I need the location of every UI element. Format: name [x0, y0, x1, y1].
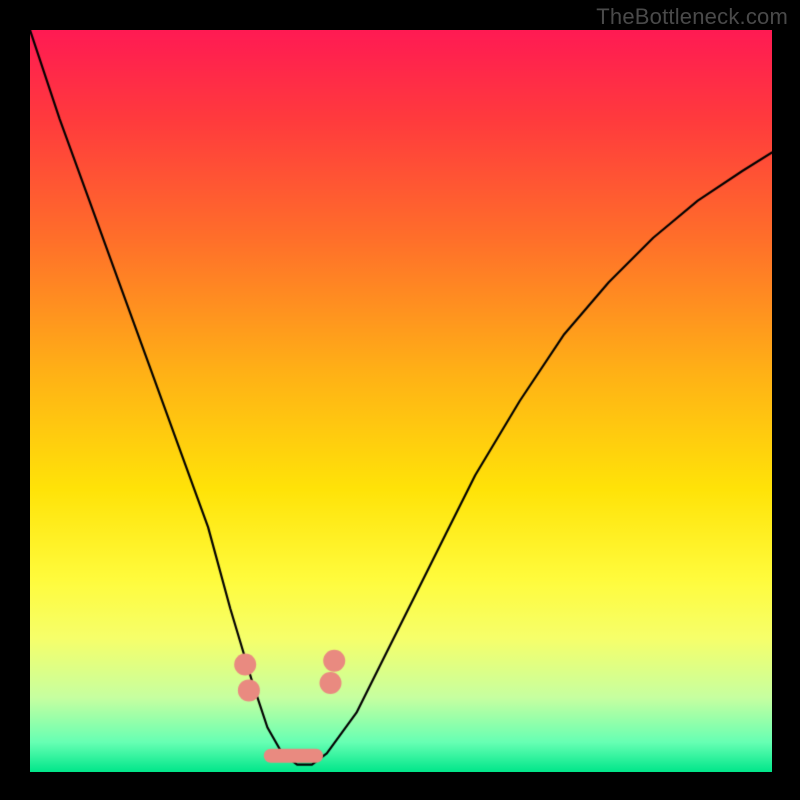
watermark-text: TheBottleneck.com [596, 4, 788, 30]
chart-frame: TheBottleneck.com [0, 0, 800, 800]
chart-plot-area [30, 30, 772, 772]
chart-canvas [30, 30, 772, 772]
